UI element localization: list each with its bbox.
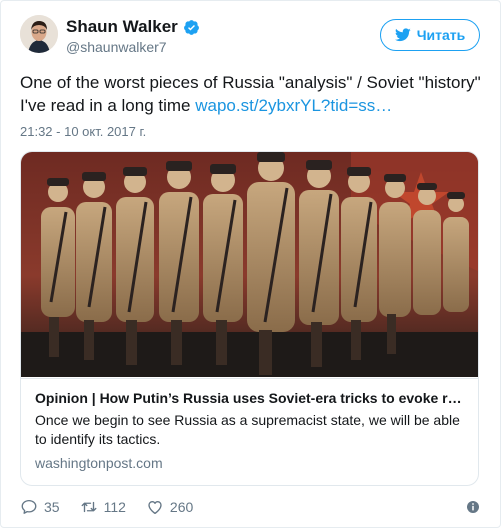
like-count: 260 [169,499,194,515]
retweet-button[interactable]: 112 [80,498,126,516]
author-handle[interactable]: @shaunwalker7 [66,37,200,57]
heart-icon [148,501,162,515]
tweet-text: One of the worst pieces of Russia "analy… [20,71,482,117]
card-image[interactable] [21,152,478,377]
tweet-header: Shaun Walker @shaunwalker7 Читать [20,15,480,65]
card-description: Once we begin to see Russia as a suprema… [35,412,460,447]
card-title[interactable]: Opinion | How Putin’s Russia uses Soviet… [35,389,466,408]
follow-button[interactable]: Читать [380,19,480,51]
card-domain: washingtonpost.com [35,455,163,471]
follow-button-label: Читать [416,27,466,43]
info-icon[interactable] [464,498,482,516]
author-name[interactable]: Shaun Walker [66,17,178,37]
author-info[interactable]: Shaun Walker @shaunwalker7 [66,17,200,57]
tweet-timestamp[interactable]: 21:32 - 10 окт. 2017 г. [20,124,146,139]
link-preview-card[interactable]: Opinion | How Putin’s Russia uses Soviet… [20,151,479,486]
verified-badge-icon [183,19,200,36]
retweet-count: 112 [103,499,126,515]
tweet-link[interactable]: wapo.st/2ybxrYL?tid=ss… [195,96,392,115]
like-button[interactable]: 260 [146,498,193,516]
retweet-icon [81,501,97,513]
avatar[interactable] [20,15,58,53]
card-body[interactable]: Opinion | How Putin’s Russia uses Soviet… [21,378,478,483]
tweet-actions: 35 112 260 [20,495,482,519]
reply-count: 35 [44,499,60,515]
reply-button[interactable]: 35 [20,498,60,516]
reply-icon [21,499,37,514]
twitter-bird-icon [394,28,411,42]
tweet-card: Shaun Walker @shaunwalker7 Читать One of… [0,0,501,528]
